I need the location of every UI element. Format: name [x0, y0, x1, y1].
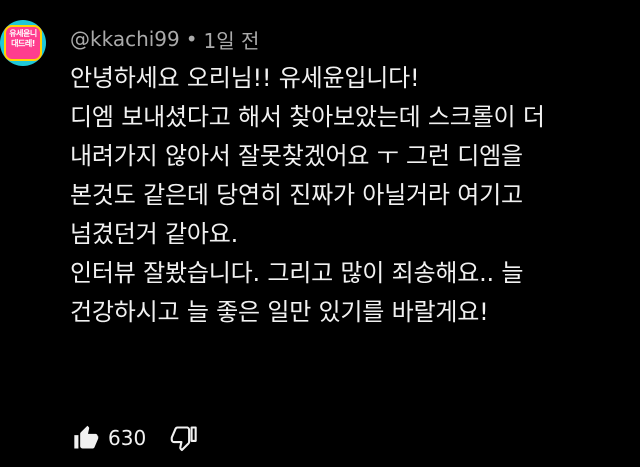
meta-separator: •: [185, 27, 198, 51]
comment-timestamp[interactable]: 1일 전: [204, 25, 260, 54]
comment-body: 안녕하세요 오리님!! 유세윤입니다! 디엠 보내셨다고 해서 찾아보았는데 스…: [70, 59, 630, 332]
thumbs-up-icon: [74, 425, 99, 449]
comment-header: @kkachi99 • 1일 전: [70, 24, 259, 54]
comment-line: 내려가지 않아서 잘못찾겠어요 ㅜ 그런 디엠을: [70, 142, 523, 170]
comment-line: 인터뷰 잘봤습니다. 그리고 많이 죄송해요.. 늘: [70, 259, 524, 287]
comment-line: 건강하시고 늘 좋은 일만 있기를 바랄게요!: [70, 298, 489, 326]
author-handle[interactable]: @kkachi99: [70, 27, 180, 51]
comment-thread-item: 유세윤니 대드레! @kkachi99 • 1일 전 안녕하세요 오리님!! 유…: [0, 0, 640, 467]
comment-actions: 630: [70, 418, 200, 458]
dislike-button[interactable]: [168, 422, 200, 454]
comment-line: 넘겼던거 같아요.: [70, 220, 239, 248]
comment-line: 안녕하세요 오리님!! 유세윤입니다!: [70, 64, 420, 92]
comment-line: 본것도 같은데 당연히 진짜가 아닐거라 여기고: [70, 181, 523, 209]
thumbs-down-icon: [170, 426, 197, 452]
avatar-logo-text: 유세윤니 대드레!: [9, 29, 37, 48]
avatar[interactable]: 유세윤니 대드레!: [0, 20, 46, 66]
like-button[interactable]: [70, 422, 102, 454]
like-count: 630: [108, 426, 147, 450]
comment-line: 디엠 보내셨다고 해서 찾아보았는데 스크롤이 더: [70, 103, 545, 131]
